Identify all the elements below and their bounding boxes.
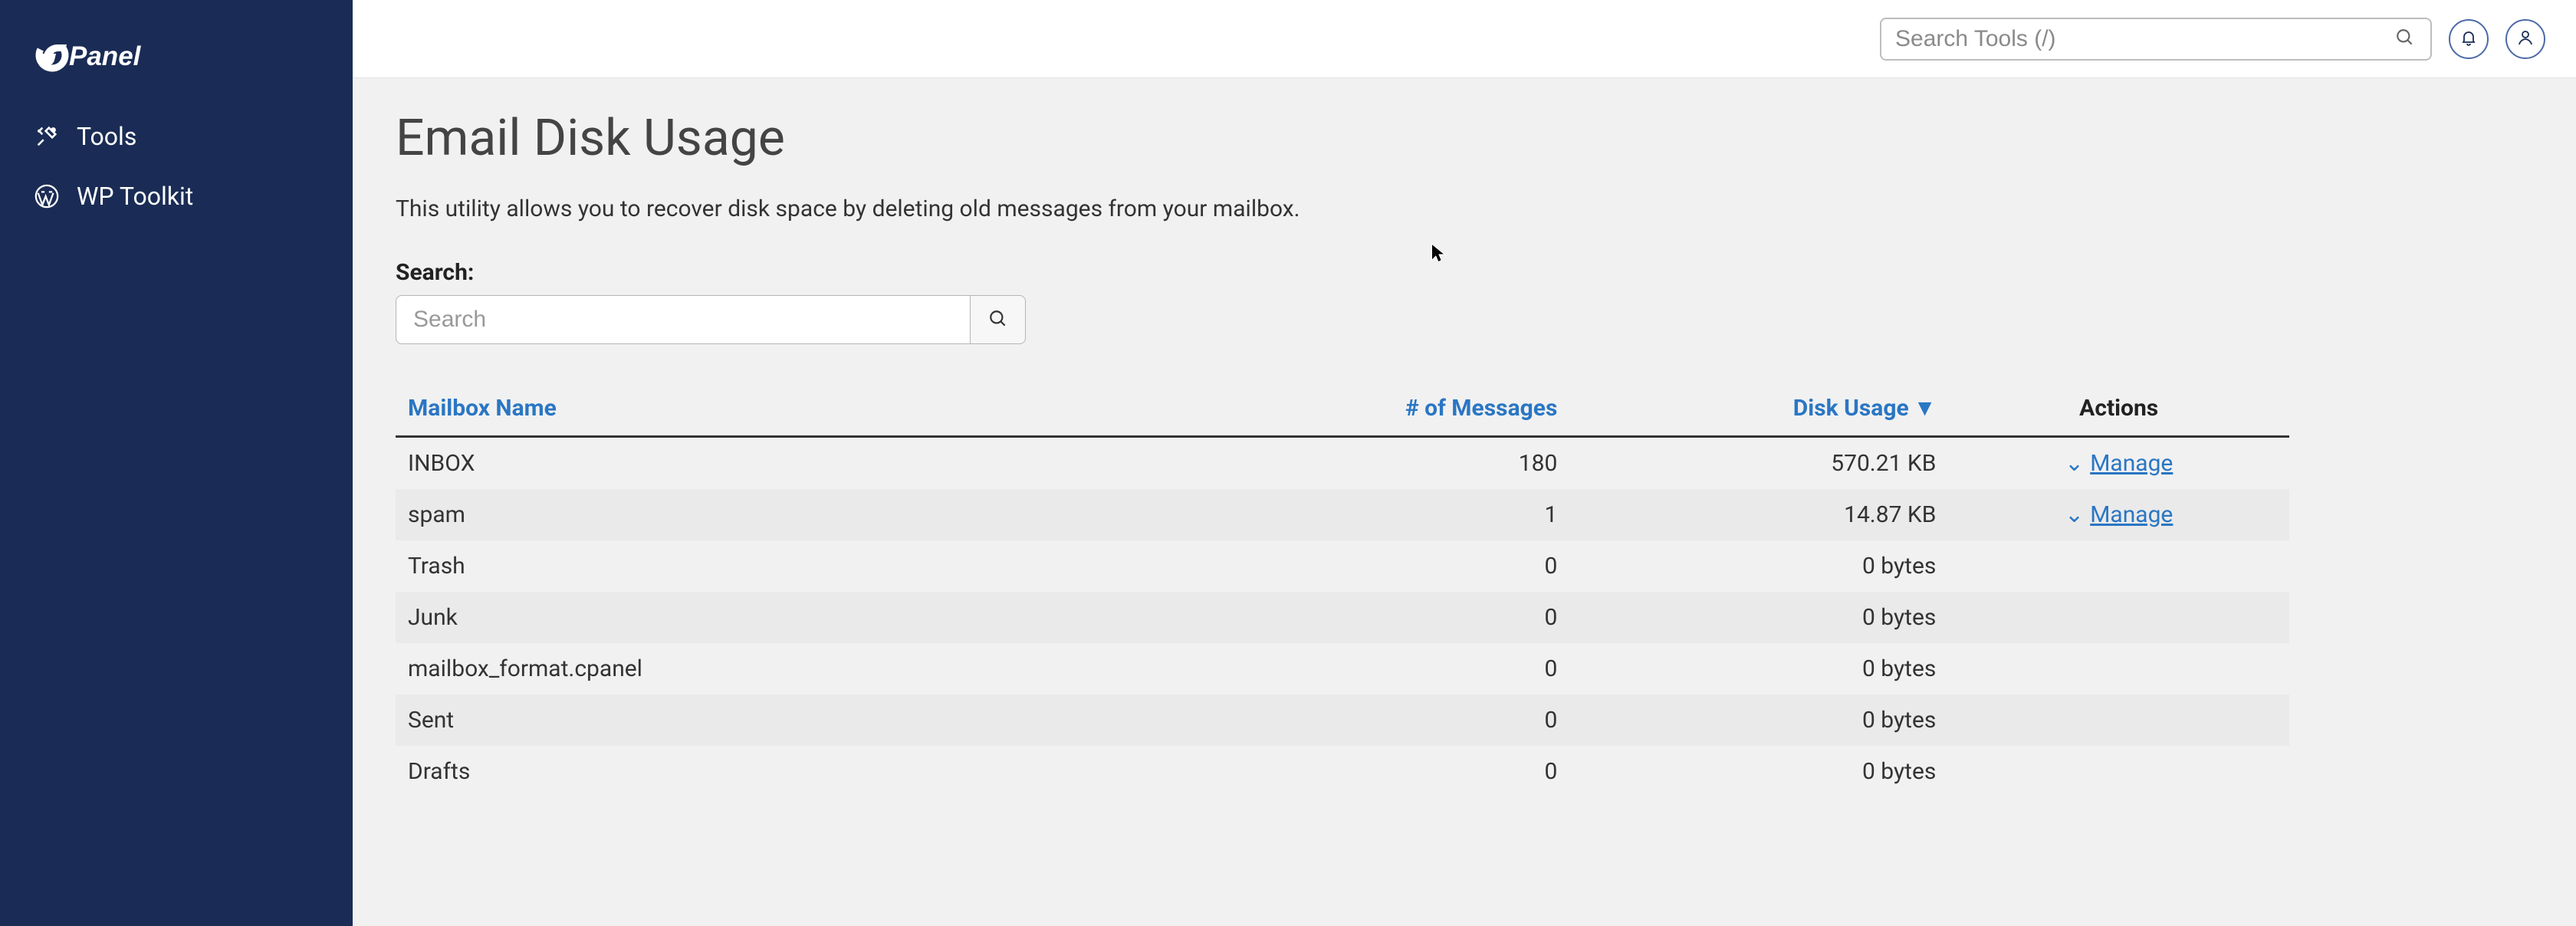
message-count-cell: 0 <box>1229 746 1570 797</box>
message-count-cell: 180 <box>1229 437 1570 490</box>
disk-usage-cell: 0 bytes <box>1569 643 1948 694</box>
svg-text:Panel: Panel <box>69 41 142 71</box>
notifications-button[interactable] <box>2449 19 2489 59</box>
mailbox-name-cell: Sent <box>396 694 1229 746</box>
mailbox-name-cell: Trash <box>396 540 1229 592</box>
wordpress-icon <box>34 183 60 209</box>
message-count-cell: 0 <box>1229 643 1570 694</box>
mailbox-search-button[interactable] <box>971 295 1026 344</box>
chevron-down-icon: ⌄ <box>2065 501 2084 528</box>
mailbox-name-cell: Drafts <box>396 746 1229 797</box>
disk-usage-cell: 0 bytes <box>1569 694 1948 746</box>
sidebar-item-tools[interactable]: Tools <box>0 107 353 166</box>
user-icon <box>2516 28 2535 49</box>
mailbox-table: Mailbox Name # of Messages Disk Usage▼ A… <box>396 381 2289 797</box>
column-header-label: Mailbox Name <box>408 395 557 422</box>
table-row: spam114.87 KB⌄Manage <box>396 489 2289 540</box>
actions-cell <box>1948 746 2289 797</box>
table-row: Trash00 bytes <box>396 540 2289 592</box>
brand-logo[interactable]: Panel <box>0 21 353 107</box>
column-header-label: # of Messages <box>1405 395 1557 422</box>
search-tools-button[interactable] <box>2390 23 2420 54</box>
column-header-messages[interactable]: # of Messages <box>1229 381 1570 437</box>
mailbox-search-input[interactable] <box>396 295 971 344</box>
sort-desc-icon: ▼ <box>1914 395 1937 422</box>
chevron-down-icon: ⌄ <box>2065 450 2084 477</box>
page-title: Email Disk Usage <box>396 109 2533 168</box>
message-count-cell: 0 <box>1229 540 1570 592</box>
message-count-cell: 1 <box>1229 489 1570 540</box>
sidebar-item-label: Tools <box>77 122 136 151</box>
disk-usage-cell: 0 bytes <box>1569 746 1948 797</box>
actions-cell: ⌄Manage <box>1948 437 2289 490</box>
tools-icon <box>34 123 60 149</box>
search-icon <box>988 309 1008 331</box>
table-row: Drafts00 bytes <box>396 746 2289 797</box>
table-row: Junk00 bytes <box>396 592 2289 643</box>
manage-link[interactable]: Manage <box>2090 450 2173 477</box>
sidebar-item-wp-toolkit[interactable]: WP Toolkit <box>0 166 353 226</box>
disk-usage-cell: 0 bytes <box>1569 540 1948 592</box>
account-button[interactable] <box>2505 19 2545 59</box>
topbar <box>353 0 2576 78</box>
actions-cell <box>1948 643 2289 694</box>
actions-cell <box>1948 694 2289 746</box>
actions-cell: ⌄Manage <box>1948 489 2289 540</box>
actions-cell <box>1948 592 2289 643</box>
disk-usage-cell: 0 bytes <box>1569 592 1948 643</box>
main-area: Email Disk Usage This utility allows you… <box>353 0 2576 926</box>
column-header-actions: Actions <box>1948 381 2289 437</box>
table-row: INBOX180570.21 KB⌄Manage <box>396 437 2289 490</box>
message-count-cell: 0 <box>1229 694 1570 746</box>
disk-usage-cell: 14.87 KB <box>1569 489 1948 540</box>
search-label: Search: <box>396 259 2533 286</box>
column-header-label: Actions <box>2079 395 2158 422</box>
column-header-usage[interactable]: Disk Usage▼ <box>1569 381 1948 437</box>
content: Email Disk Usage This utility allows you… <box>353 78 2576 828</box>
message-count-cell: 0 <box>1229 592 1570 643</box>
table-row: Sent00 bytes <box>396 694 2289 746</box>
page-description: This utility allows you to recover disk … <box>396 195 2533 222</box>
mailbox-name-cell: mailbox_format.cpanel <box>396 643 1229 694</box>
mailbox-name-cell: Junk <box>396 592 1229 643</box>
manage-link[interactable]: Manage <box>2090 501 2173 528</box>
search-tools-input[interactable] <box>1895 26 2390 52</box>
disk-usage-cell: 570.21 KB <box>1569 437 1948 490</box>
table-row: mailbox_format.cpanel00 bytes <box>396 643 2289 694</box>
column-header-name[interactable]: Mailbox Name <box>396 381 1229 437</box>
mailbox-name-cell: spam <box>396 489 1229 540</box>
search-icon <box>2395 38 2415 50</box>
bell-icon <box>2459 28 2478 49</box>
search-row <box>396 295 2533 344</box>
column-header-label: Disk Usage <box>1793 395 1909 422</box>
search-tools-wrap <box>1880 18 2432 61</box>
sidebar: Panel Tools WP Toolkit <box>0 0 353 926</box>
mailbox-name-cell: INBOX <box>396 437 1229 490</box>
actions-cell <box>1948 540 2289 592</box>
sidebar-item-label: WP Toolkit <box>77 182 193 211</box>
